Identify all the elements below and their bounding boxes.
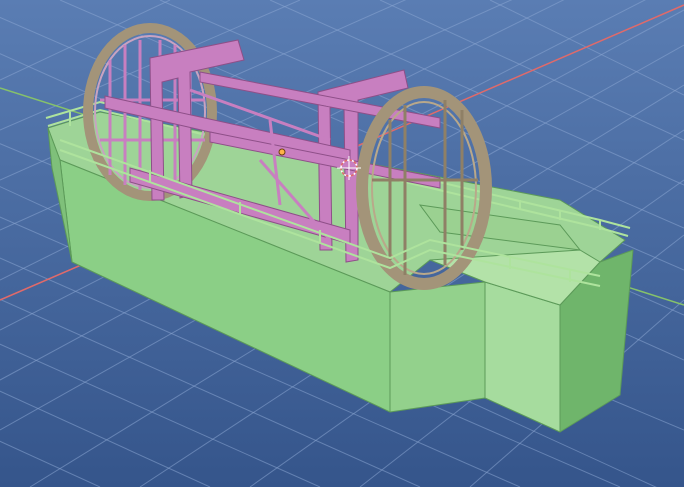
origin-dot-icon[interactable] [278, 148, 286, 156]
viewport-canvas[interactable] [0, 0, 684, 487]
hull-bow-face [389, 281, 486, 413]
3d-viewport[interactable] [0, 0, 684, 487]
